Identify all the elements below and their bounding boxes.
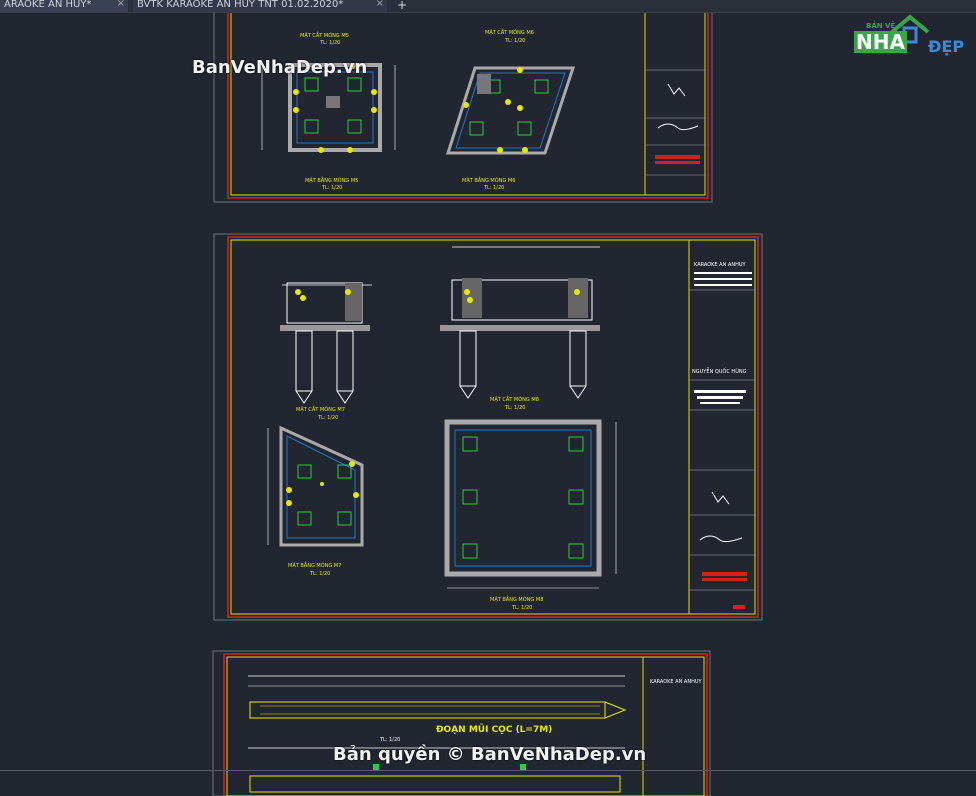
scale-m8-section: TL: 1/20	[504, 405, 525, 411]
label-m6-plan: MẶT BẰNG MÓNG M6	[462, 176, 515, 184]
sheet-2: KARAOKE AN ANHUY NGUYỄN QUỐC HÙNG MẶT CẮ…	[213, 233, 763, 621]
tab-label: ARAOKE AN HUY*	[4, 0, 92, 10]
watermark-top: BanVeNhaDep.vn	[192, 57, 368, 78]
owner-title: KARAOKE AN ANHUY	[694, 262, 747, 268]
logo-small-text: BẢN VẼ	[866, 22, 896, 30]
drawing-canvas[interactable]: MẶT CẮT MÓNG M5 TL: 1/20 MẶT CẮT MÓNG M6…	[0, 13, 976, 796]
label-m8-section: MẶT CẮT MÓNG M8	[490, 395, 539, 403]
viewport-divider	[0, 770, 976, 771]
add-tab-icon[interactable]: +	[397, 0, 407, 12]
label-m5-section: MẶT CẮT MÓNG M5	[300, 31, 349, 39]
sheet-1: MẶT CẮT MÓNG M5 TL: 1/20 MẶT CẮT MÓNG M6…	[213, 13, 713, 203]
tab-bvtk[interactable]: BVTK KARAOKE AN HUY TNT 01.02.2020* ×	[133, 0, 387, 12]
label-m7-section: MẶT CẮT MÓNG M7	[296, 405, 345, 413]
tab-karaoke[interactable]: ARAOKE AN HUY* ×	[0, 0, 128, 12]
tab-bar: ARAOKE AN HUY* × BVTK KARAOKE AN HUY TNT…	[0, 0, 976, 13]
scale-m7-plan: TL: 1/20	[309, 571, 330, 577]
scale-pile: TL: 1/20	[379, 737, 400, 743]
sheet-3: KARAOKE AN ANHUY ĐOẠN MŨI CỌC (L=7M) TL:…	[212, 650, 711, 796]
scale-m7-section: TL: 1/20	[317, 415, 338, 421]
close-icon[interactable]: ×	[376, 0, 384, 9]
watermark-bottom: Bản quyền © BanVeNhaDep.vn	[333, 744, 647, 765]
scale-m5-section: TL: 1/20	[319, 40, 340, 46]
label-m6-section: MẶT CẮT MÓNG M6	[485, 28, 534, 36]
label-pile: ĐOẠN MŨI CỌC (L=7M)	[436, 723, 552, 735]
scale-m6-plan: TL: 1/20	[483, 185, 504, 191]
scale-m5-plan: TL: 1/20	[321, 185, 342, 191]
owner-title: KARAOKE AN ANHUY	[650, 679, 703, 685]
logo-dep-text: ĐẸP	[928, 37, 965, 56]
designer-name: NGUYỄN QUỐC HÙNG	[692, 367, 747, 375]
close-icon[interactable]: ×	[117, 0, 125, 9]
label-m8-plan: MẶT BẰNG MÓNG M8	[490, 595, 543, 603]
label-m7-plan: MẶT BẰNG MÓNG M7	[288, 561, 341, 569]
scale-m6-section: TL: 1/20	[504, 38, 525, 44]
logo-nha-text: NHA	[854, 30, 907, 54]
tab-label: BVTK KARAOKE AN HUY TNT 01.02.2020*	[137, 0, 344, 10]
scale-m8-plan: TL: 1/20	[511, 605, 532, 611]
label-m5-plan: MẶT BẰNG MÓNG M5	[305, 176, 358, 184]
